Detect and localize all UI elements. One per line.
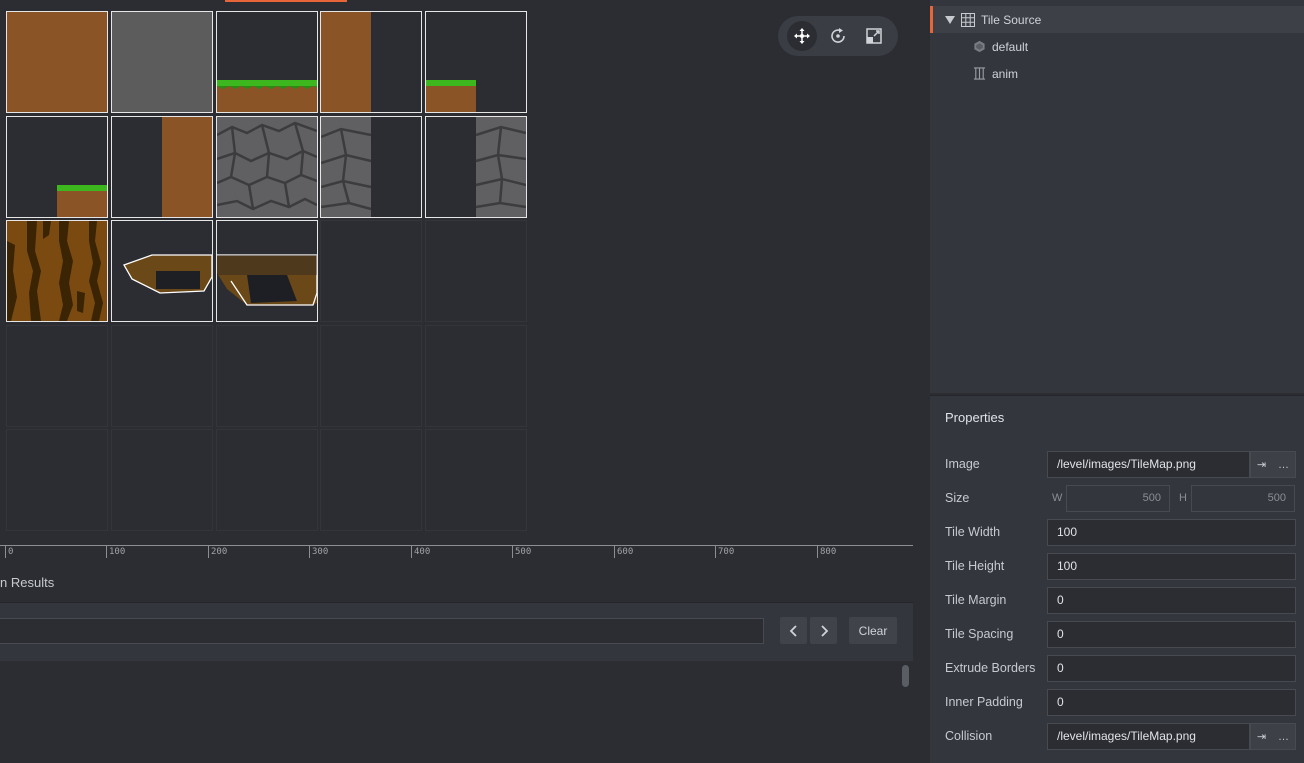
outline-item-anim[interactable]: anim <box>930 60 1304 87</box>
browse-button[interactable]: … <box>1278 731 1289 743</box>
prop-label-size: Size <box>945 491 970 505</box>
active-tab-indicator <box>225 0 347 2</box>
tile-empty[interactable] <box>111 429 213 531</box>
image-field[interactable]: /level/images/TileMap.png <box>1047 451 1250 478</box>
tile-cobblestone[interactable] <box>216 116 318 218</box>
results-list[interactable] <box>0 661 913 763</box>
tile-empty[interactable] <box>6 429 108 531</box>
ruler-tick: 300 <box>309 546 328 558</box>
prop-label-image: Image <box>945 457 980 471</box>
outline-item-tile-source[interactable]: Tile Source <box>930 6 1304 33</box>
chevron-left-icon <box>789 624 797 637</box>
outline-item-default[interactable]: default <box>930 33 1304 60</box>
tile-empty[interactable] <box>320 325 422 427</box>
tile-empty[interactable] <box>216 325 318 427</box>
app-window: 0 100 200 300 400 500 600 700 800 n Resu… <box>0 0 1304 763</box>
prop-label-extrude-borders: Extrude Borders <box>945 661 1036 675</box>
ruler-tick: 600 <box>614 546 633 558</box>
manipulator-toolbar <box>778 16 898 56</box>
tile-empty[interactable] <box>320 429 422 531</box>
tile-stone[interactable] <box>111 11 213 113</box>
hexagon-icon <box>974 40 985 53</box>
outline-panel: Tile Source default anim <box>930 0 1304 393</box>
move-icon <box>794 28 810 44</box>
size-width-field: 500 <box>1066 485 1170 512</box>
film-icon <box>973 67 986 80</box>
clear-button[interactable]: Clear <box>849 617 897 644</box>
image-file-actions: ⇥ … <box>1250 451 1296 478</box>
prop-label-tile-width: Tile Width <box>945 525 1001 539</box>
ruler-tick: 500 <box>512 546 531 558</box>
collision-field[interactable]: /level/images/TileMap.png <box>1047 723 1250 750</box>
extrude-borders-field[interactable]: 0 <box>1047 655 1296 682</box>
tile-width-field[interactable]: 100 <box>1047 519 1296 546</box>
results-scrollbar[interactable] <box>902 665 909 687</box>
size-h-label: H <box>1179 492 1187 504</box>
ruler-tick: 800 <box>817 546 836 558</box>
tile-height-field[interactable]: 100 <box>1047 553 1296 580</box>
rotate-icon <box>831 28 845 43</box>
tile-empty[interactable] <box>111 325 213 427</box>
tile-empty[interactable] <box>320 220 422 322</box>
browse-button[interactable]: … <box>1278 459 1289 471</box>
goto-file-icon[interactable]: ⇥ <box>1257 458 1266 471</box>
goto-file-icon[interactable]: ⇥ <box>1257 730 1266 743</box>
tile-bark[interactable] <box>6 220 108 322</box>
horizontal-ruler: 0 100 200 300 400 500 600 700 800 <box>0 545 913 561</box>
ruler-tick: 400 <box>411 546 430 558</box>
tile-dirt[interactable] <box>6 11 108 113</box>
prop-label-collision: Collision <box>945 729 993 743</box>
prev-result-button[interactable] <box>780 617 807 644</box>
properties-title: Properties <box>945 410 1005 425</box>
tile-empty[interactable] <box>425 325 527 427</box>
ruler-tick: 0 <box>5 546 13 558</box>
tab-search-results[interactable]: n Results <box>0 575 54 590</box>
tile-grass-small[interactable] <box>6 116 108 218</box>
tile-empty[interactable] <box>425 429 527 531</box>
results-tabbar: n Results <box>0 561 913 603</box>
scale-tool-button[interactable] <box>859 21 889 51</box>
search-input[interactable] <box>0 618 764 644</box>
chevron-right-icon <box>820 624 828 637</box>
outline-item-label: Tile Source <box>981 12 1042 27</box>
tile-grass-corner[interactable] <box>425 11 527 113</box>
ruler-tick: 200 <box>208 546 227 558</box>
tile-empty[interactable] <box>6 325 108 427</box>
results-toolbar: Clear <box>0 603 913 661</box>
ruler-tick: 700 <box>715 546 734 558</box>
prop-label-tile-spacing: Tile Spacing <box>945 627 1014 641</box>
tile-empty[interactable] <box>425 220 527 322</box>
prop-label-inner-padding: Inner Padding <box>945 695 1023 709</box>
outline-item-label: anim <box>992 66 1019 81</box>
tile-source-editor[interactable] <box>0 0 913 545</box>
tile-dirt-half-right[interactable] <box>111 116 213 218</box>
results-panel: n Results Clear <box>0 561 913 763</box>
tile-cobble-half-left[interactable] <box>320 116 422 218</box>
panel-splitter[interactable] <box>913 0 930 763</box>
inner-padding-field[interactable]: 0 <box>1047 689 1296 716</box>
outline-item-label: default <box>992 39 1029 54</box>
tile-branch[interactable] <box>111 220 213 322</box>
size-w-label: W <box>1052 492 1063 504</box>
tile-spacing-field[interactable]: 0 <box>1047 621 1296 648</box>
move-tool-button[interactable] <box>787 21 817 51</box>
tile-grass-ground[interactable] <box>216 11 318 113</box>
tile-margin-field[interactable]: 0 <box>1047 587 1296 614</box>
grid-icon <box>961 12 975 27</box>
size-height-field: 500 <box>1191 485 1295 512</box>
next-result-button[interactable] <box>810 617 837 644</box>
scale-icon <box>866 28 882 44</box>
prop-label-tile-height: Tile Height <box>945 559 1005 573</box>
tile-empty[interactable] <box>216 429 318 531</box>
chevron-down-icon[interactable] <box>945 15 955 24</box>
collision-file-actions: ⇥ … <box>1250 723 1296 750</box>
ruler-tick: 100 <box>106 546 125 558</box>
properties-panel: Properties Image /level/images/TileMap.p… <box>930 395 1304 763</box>
tile-branch-end[interactable] <box>216 220 318 322</box>
rotate-tool-button[interactable] <box>823 21 853 51</box>
tile-dirt-half-left[interactable] <box>320 11 422 113</box>
tile-cobble-half-right[interactable] <box>425 116 527 218</box>
prop-label-tile-margin: Tile Margin <box>945 593 1007 607</box>
